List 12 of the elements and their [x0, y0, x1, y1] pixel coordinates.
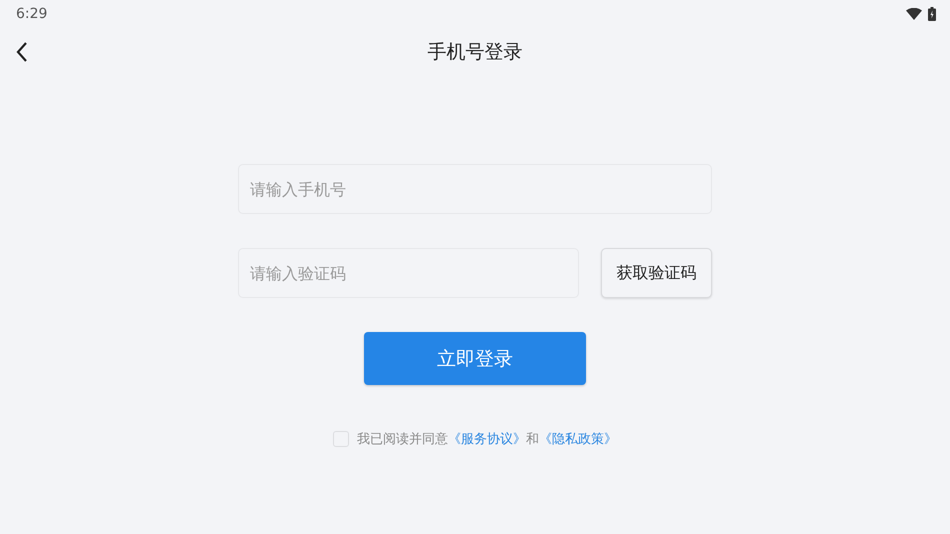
page-title: 手机号登录 [428, 40, 522, 65]
privacy-policy-link[interactable]: 《隐私政策》 [539, 432, 617, 447]
back-icon[interactable] [16, 42, 28, 62]
wifi-icon [906, 8, 922, 20]
battery-icon [928, 7, 936, 21]
login-button[interactable]: 立即登录 [364, 332, 586, 385]
get-code-button[interactable]: 获取验证码 [601, 248, 712, 298]
service-agreement-link[interactable]: 《服务协议》 [448, 432, 526, 447]
agreement-text: 我已阅读并同意《服务协议》和《隐私政策》 [357, 431, 617, 448]
code-input-field[interactable]: 请输入验证码 [238, 248, 579, 298]
phone-input-field[interactable]: 请输入手机号 [238, 164, 712, 214]
status-time: 6:29 [16, 6, 48, 22]
